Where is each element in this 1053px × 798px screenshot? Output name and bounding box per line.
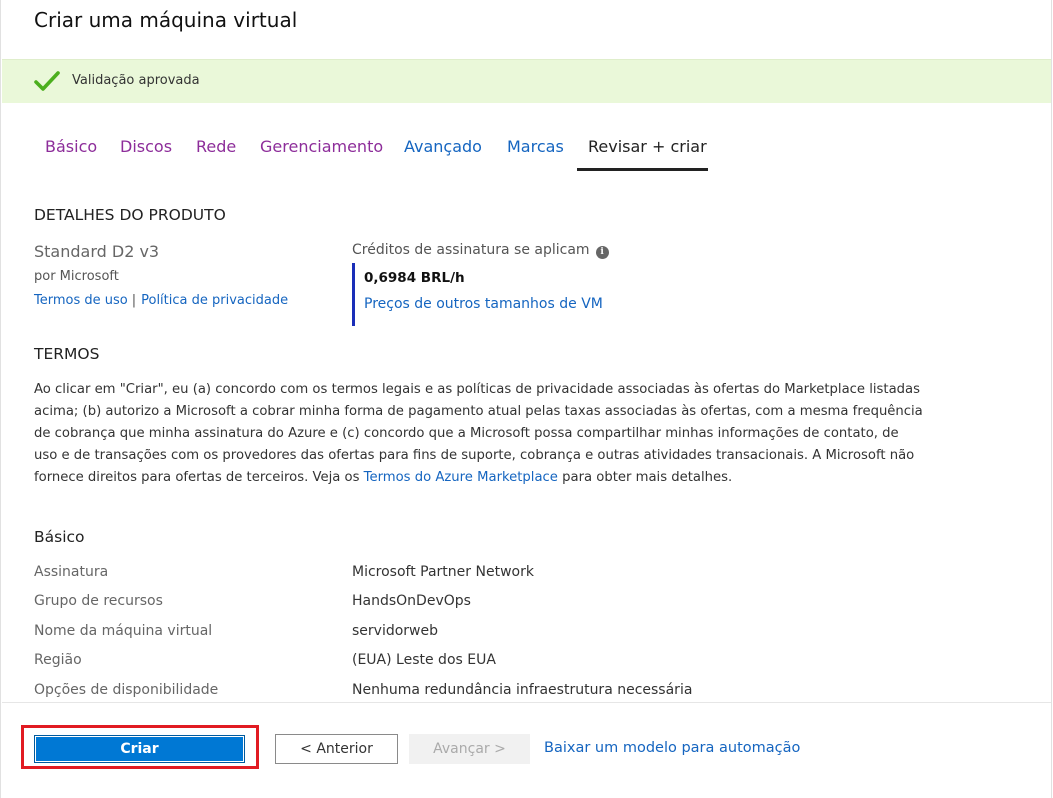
- terms-heading: TERMOS: [34, 345, 100, 363]
- pricing-heading: Créditos de assinatura se aplicam i: [352, 242, 609, 259]
- azure-marketplace-terms-link[interactable]: Termos do Azure Marketplace: [364, 470, 558, 485]
- price-accent-bar: [352, 263, 355, 326]
- link-separator: |: [131, 293, 137, 308]
- download-template-link[interactable]: Baixar um modelo para automação: [544, 740, 800, 756]
- frame-left-border: [0, 0, 1, 798]
- tab-basico[interactable]: Básico: [45, 137, 97, 156]
- product-publisher: por Microsoft: [34, 269, 119, 284]
- product-details-heading: DETALHES DO PRODUTO: [34, 206, 226, 224]
- other-vm-sizes-pricing-link[interactable]: Preços de outros tamanhos de VM: [364, 296, 603, 312]
- product-links: Termos de uso | Política de privacidade: [34, 293, 288, 308]
- tab-revisar-criar[interactable]: Revisar + criar: [588, 137, 707, 156]
- label-regiao: Região: [34, 652, 82, 668]
- info-icon[interactable]: i: [595, 246, 609, 259]
- pricing-heading-text: Créditos de assinatura se aplicam: [352, 242, 590, 258]
- terms-text: Ao clicar em "Criar", eu (a) concordo co…: [34, 379, 924, 489]
- value-opcoes-disponibilidade: Nenhuma redundância infraestrutura neces…: [352, 682, 693, 698]
- label-opcoes-disponibilidade: Opções de disponibilidade: [34, 682, 219, 698]
- price-value: 0,6984 BRL/h: [364, 270, 465, 286]
- value-grupo-de-recursos: HandsOnDevOps: [352, 593, 471, 609]
- next-button[interactable]: Avançar >: [409, 734, 530, 764]
- label-nome-vm: Nome da máquina virtual: [34, 623, 213, 639]
- page-title: Criar uma máquina virtual: [34, 8, 298, 32]
- footer-divider: [2, 702, 1051, 703]
- check-icon: [34, 71, 60, 91]
- product-name: Standard D2 v3: [34, 242, 160, 261]
- create-button[interactable]: Criar: [34, 735, 245, 763]
- terms-of-use-link[interactable]: Termos de uso: [34, 293, 128, 308]
- validation-banner: Validação aprovada: [2, 59, 1051, 103]
- tab-bar: Básico Discos Rede Gerenciamento Avançad…: [0, 137, 1053, 173]
- frame-right-border: [1051, 0, 1052, 798]
- active-tab-indicator: [577, 168, 708, 171]
- tab-marcas[interactable]: Marcas: [507, 137, 564, 156]
- tab-gerenciamento[interactable]: Gerenciamento: [260, 137, 383, 156]
- label-grupo-de-recursos: Grupo de recursos: [34, 593, 163, 609]
- tab-avancado[interactable]: Avançado: [404, 137, 482, 156]
- value-regiao: (EUA) Leste dos EUA: [352, 652, 496, 668]
- terms-body-end: para obter mais detalhes.: [557, 470, 733, 486]
- value-assinatura: Microsoft Partner Network: [352, 564, 534, 580]
- tab-discos[interactable]: Discos: [120, 137, 172, 156]
- tab-rede[interactable]: Rede: [196, 137, 236, 156]
- basics-heading: Básico: [34, 528, 85, 546]
- label-assinatura: Assinatura: [34, 564, 109, 580]
- privacy-policy-link[interactable]: Política de privacidade: [141, 293, 288, 308]
- validation-text: Validação aprovada: [72, 73, 200, 88]
- previous-button[interactable]: < Anterior: [275, 734, 398, 764]
- value-nome-vm: servidorweb: [352, 623, 438, 639]
